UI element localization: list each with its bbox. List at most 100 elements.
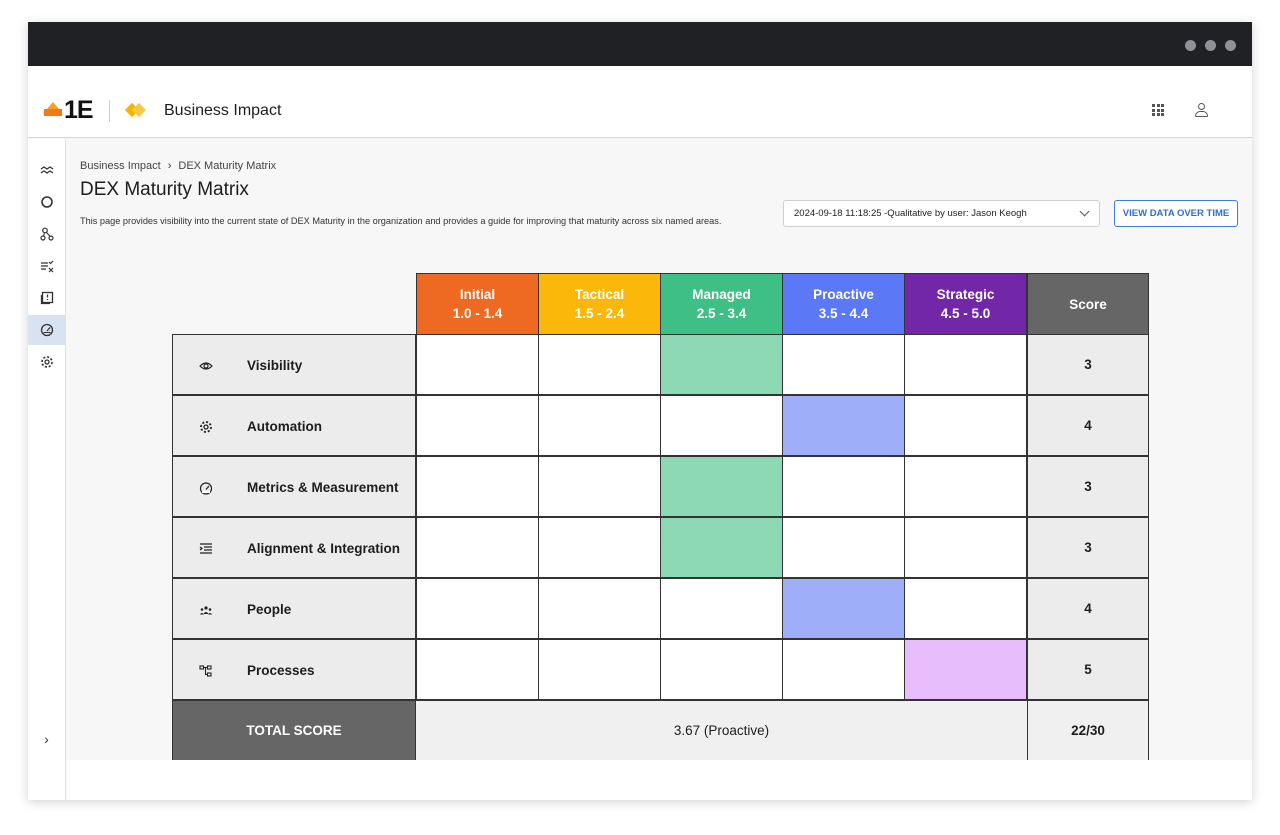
matrix-cell [538, 639, 661, 700]
level-name: Proactive [813, 287, 874, 302]
user-icon[interactable] [1195, 103, 1208, 117]
matrix-cell [782, 517, 905, 578]
level-name: Tactical [574, 287, 625, 302]
people-icon [199, 603, 213, 617]
total-score-label: TOTAL SCORE [172, 700, 416, 762]
matrix-cell [660, 334, 783, 395]
matrix-cell [416, 578, 539, 639]
matrix-cell [904, 517, 1027, 578]
total-score-points: 22/30 [1027, 700, 1149, 762]
matrix-row-name: People [247, 602, 292, 617]
matrix-row-label: Alignment & Integration [172, 517, 416, 578]
matrix-row-label: Processes [172, 639, 416, 700]
matrix-cell [660, 639, 783, 700]
matrix-cell [416, 517, 539, 578]
view-data-over-time-button[interactable]: VIEW DATA OVER TIME [1114, 200, 1238, 227]
level-header-proactive: Proactive 3.5 - 4.4 [782, 273, 905, 335]
sidebar: › [28, 139, 66, 800]
breadcrumb: Business Impact › DEX Maturity Matrix [80, 160, 276, 172]
level-name: Strategic [936, 287, 995, 302]
sidebar-item-checklist[interactable] [28, 251, 65, 281]
settings-icon [40, 356, 53, 368]
matrix-cell [660, 517, 783, 578]
matrix-row-score: 3 [1027, 517, 1149, 578]
matrix-row-name: Visibility [247, 358, 303, 373]
level-range: 3.5 - 4.4 [818, 306, 869, 321]
circle-icon [40, 196, 53, 208]
score-header-label: Score [1069, 296, 1107, 312]
matrix-cell [416, 334, 539, 395]
window-menu-dots[interactable] [1185, 40, 1236, 51]
matrix-cell [782, 456, 905, 517]
level-range: 1.0 - 1.4 [452, 306, 503, 321]
sidebar-item-maturity[interactable] [28, 315, 65, 345]
book-icon [40, 291, 53, 305]
matrix-cell [538, 334, 661, 395]
matrix-cell [782, 334, 905, 395]
matrix-row-score: 3 [1027, 456, 1149, 517]
chevron-down-icon [1079, 206, 1090, 217]
matrix-row-label: Visibility [172, 334, 416, 395]
matrix-cell [416, 395, 539, 456]
matrix-cell [904, 395, 1027, 456]
score-header: Score [1027, 273, 1149, 335]
matrix-row-label: Automation [172, 395, 416, 456]
sidebar-item-book[interactable] [28, 283, 65, 313]
matrix-cell [660, 395, 783, 456]
breadcrumb-separator: › [167, 160, 172, 172]
level-range: 4.5 - 5.0 [940, 306, 991, 321]
matrix-row-name: Metrics & Measurement [247, 480, 399, 495]
sidebar-item-settings[interactable] [28, 347, 65, 377]
matrix-row-score: 4 [1027, 578, 1149, 639]
matrix-cell [904, 639, 1027, 700]
checklist-icon [40, 260, 53, 273]
indent-icon [199, 542, 213, 556]
matrix-row-score: 3 [1027, 334, 1149, 395]
breadcrumb-item-business-impact[interactable]: Business Impact [80, 160, 161, 172]
matrix-cell [782, 639, 905, 700]
1e-logo[interactable]: 1E [44, 96, 96, 124]
level-name: Managed [692, 287, 751, 302]
matrix-cell [416, 639, 539, 700]
matrix-row-name: Alignment & Integration [247, 541, 400, 556]
apps-grid-icon[interactable] [1152, 104, 1164, 116]
matrix-cell [416, 456, 539, 517]
app-window: 1E Business Impact › Business Impact › D… [28, 22, 1252, 800]
sidebar-item-circle[interactable] [28, 187, 65, 217]
total-score-value: 3.67 (Proactive) [415, 700, 1028, 762]
matrix-cell [782, 578, 905, 639]
logo-text: 1E [64, 96, 94, 124]
page-title: DEX Maturity Matrix [80, 179, 249, 200]
matrix-cell [538, 578, 661, 639]
trend-icon [40, 166, 53, 174]
matrix-row-score: 4 [1027, 395, 1149, 456]
header-divider [109, 100, 110, 122]
level-header-strategic: Strategic 4.5 - 5.0 [904, 273, 1027, 335]
matrix-cell [660, 456, 783, 517]
matrix-cell [538, 456, 661, 517]
nodes-icon [39, 227, 54, 241]
level-range: 2.5 - 3.4 [696, 306, 747, 321]
business-impact-icon [124, 102, 147, 118]
level-header-tactical: Tactical 1.5 - 2.4 [538, 273, 661, 335]
matrix-row-label: People [172, 578, 416, 639]
app-title: Business Impact [164, 102, 282, 119]
level-header-managed: Managed 2.5 - 3.4 [660, 273, 783, 335]
snapshot-select-value: 2024-09-18 11:18:25 -Qualitative by user… [794, 208, 1027, 219]
matrix-row-label: Metrics & Measurement [172, 456, 416, 517]
matrix-row-name: Processes [247, 663, 315, 678]
sidebar-expand-button[interactable]: › [28, 729, 65, 749]
sidebar-item-nodes[interactable] [28, 219, 65, 249]
matrix-cell [782, 395, 905, 456]
sidebar-item-trend[interactable] [28, 155, 65, 185]
snapshot-select[interactable]: 2024-09-18 11:18:25 -Qualitative by user… [783, 200, 1100, 227]
level-range: 1.5 - 2.4 [574, 306, 625, 321]
gauge-icon [199, 481, 213, 495]
breadcrumb-item-current: DEX Maturity Matrix [178, 160, 277, 172]
flow-icon [199, 664, 213, 678]
window-titlebar [28, 22, 1252, 66]
matrix-cell [660, 578, 783, 639]
gear-icon [199, 420, 213, 434]
page-description: This page provides visibility into the c… [80, 216, 722, 226]
matrix-cell [538, 517, 661, 578]
